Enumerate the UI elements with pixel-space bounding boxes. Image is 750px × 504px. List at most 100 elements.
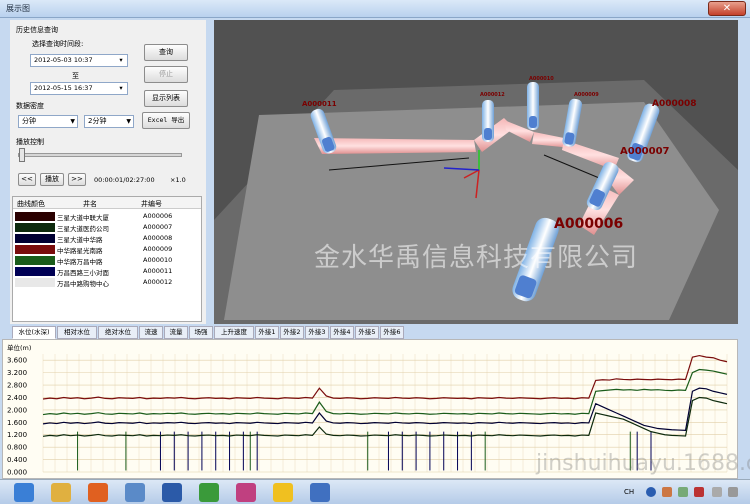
series-line [42,354,728,400]
playback-speed: ×1.0 [170,176,186,184]
chevron-down-icon: ▼ [126,118,131,125]
y-tick-label: 2.000 [7,406,27,414]
close-button[interactable]: ✕ [708,1,746,16]
tab-metric[interactable]: 外接3 [305,326,329,339]
legend-color-swatch [15,278,55,287]
y-tick-label: 3.600 [7,357,27,365]
well-label: A000012 [480,92,505,98]
browser-icon[interactable] [236,483,256,502]
chevron-down-icon: ▼ [70,118,75,125]
legend-row[interactable]: 三星大道中联大厦 A000006 [13,211,201,222]
legend-row[interactable]: 三星大道医药公司 A000007 [13,222,201,233]
legend-well-name: 万昌西路三小对面 [57,269,109,277]
well-label: A000006 [554,216,623,232]
help-icon[interactable] [646,487,656,497]
legend-col-color: 曲线颜色 [17,200,45,208]
taskbar: CH [0,479,750,504]
query-group-label: 历史信息查询 [16,26,58,34]
3d-scene[interactable]: A000011 A000012 A000010 A000009 A000008 … [214,20,738,324]
legend-well-id: A000007 [143,223,173,231]
tab-metric[interactable]: 外接1 [255,326,279,339]
legend-color-swatch [15,234,55,243]
company-watermark: 金水华禹信息科技有限公司 [313,243,638,273]
volume-icon[interactable] [728,487,738,497]
legend-well-id: A000010 [143,256,173,264]
y-tick-label: 0.400 [7,456,27,464]
legend-color-swatch [15,212,55,221]
legend-well-name: 三星大道中华路 [57,236,103,244]
legend-color-swatch [15,267,55,276]
image-viewer-icon[interactable] [199,483,219,502]
to-label: 至 [72,72,79,80]
tab-metric[interactable]: 外接6 [380,326,404,339]
forward-button[interactable]: >> [68,173,86,186]
playback-slider[interactable] [18,148,182,162]
legend-row[interactable]: 三星大道中华路 A000008 [13,233,201,244]
y-tick-label: 2.400 [7,394,27,402]
word-icon[interactable] [162,483,182,502]
tab-metric[interactable]: 上升速度 [214,326,254,339]
folder-icon[interactable] [51,483,71,502]
tray-app-icon[interactable] [694,487,704,497]
legend-row[interactable]: 万昌西路三小对面 A000011 [13,266,201,277]
metric-tabs: 水位(水深) 相对水位 绝对水位 流速 流量 场强 上升速度 外接1 外接2 外接3 外接4 外接5 外… [12,326,738,339]
density-unit-select[interactable]: 分钟 ▼ [18,115,78,128]
3d-network-view[interactable]: A000011 A000012 A000010 A000009 A000008 … [214,20,738,324]
tab-metric[interactable]: 流量 [164,326,188,339]
legend-row[interactable]: 中华路星光南路 A000009 [13,244,201,255]
tray-app-icon[interactable] [662,487,672,497]
legend-well-id: A000009 [143,245,173,253]
well-label: A000007 [620,146,670,157]
input-language[interactable]: CH [624,488,634,496]
series-line [42,368,728,416]
tab-metric[interactable]: 外接5 [355,326,379,339]
density-value-text: 2分钟 [88,117,107,125]
tab-metric[interactable]: 水位(水深) [12,326,56,339]
show-list-button[interactable]: 显示列表 [144,90,188,107]
tab-metric[interactable]: 外接2 [280,326,304,339]
well-label: A000009 [574,92,599,98]
play-button[interactable]: 播放 [40,173,64,186]
y-tick-label: 0.000 [7,469,27,477]
y-tick-label: 1.200 [7,431,27,439]
network-icon[interactable] [712,487,722,497]
tab-metric[interactable]: 相对水位 [57,326,97,339]
slider-thumb[interactable] [19,148,25,162]
legend-color-swatch [15,256,55,265]
tray-app-icon[interactable] [678,487,688,497]
tab-metric[interactable]: 绝对水位 [98,326,138,339]
computer-icon[interactable] [125,483,145,502]
legend-row[interactable]: 万昌中路购物中心 A000012 [13,277,201,288]
legend-well-name: 中华路星光南路 [57,247,103,255]
window-title: 展示图 [6,4,30,13]
media-player-icon[interactable] [88,483,108,502]
title-bar: 展示图 ✕ [0,0,750,18]
legend-well-id: A000006 [143,212,173,220]
playback-label: 播放控制 [16,138,44,146]
stop-button[interactable]: 停止 [144,66,188,83]
calendar-icon[interactable]: ▾ [116,55,126,66]
tab-metric[interactable]: 场强 [189,326,213,339]
excel-export-button[interactable]: Excel 导出 [142,112,190,129]
well-label: A000011 [302,100,337,108]
app-icon[interactable] [310,483,330,502]
legend-row[interactable]: 中华路万昌中路 A000010 [13,255,201,266]
density-value-select[interactable]: 2分钟 ▼ [84,115,134,128]
tab-metric[interactable]: 外接4 [330,326,354,339]
legend-table: 曲线颜色 井名 井编号 三星大道中联大厦 A000006 三星大道医药公司 A0000… [12,196,202,322]
density-label: 数据密度 [16,102,44,110]
y-tick-label: 1.600 [7,419,27,427]
density-unit-value: 分钟 [22,117,36,125]
well-label: A000008 [652,99,697,109]
start-time-field[interactable]: 2012-05-03 10:37 ▾ [30,54,128,67]
rewind-button[interactable]: << [18,173,36,186]
well-label: A000010 [529,76,554,82]
note-icon[interactable] [273,483,293,502]
y-tick-label: 3.200 [7,369,27,377]
end-time-field[interactable]: 2012-05-15 16:37 ▾ [30,82,128,95]
calendar-icon[interactable]: ▾ [116,83,126,94]
query-button[interactable]: 查询 [144,44,188,61]
legend-color-swatch [15,223,55,232]
start-icon[interactable] [14,483,34,502]
tab-metric[interactable]: 流速 [139,326,163,339]
